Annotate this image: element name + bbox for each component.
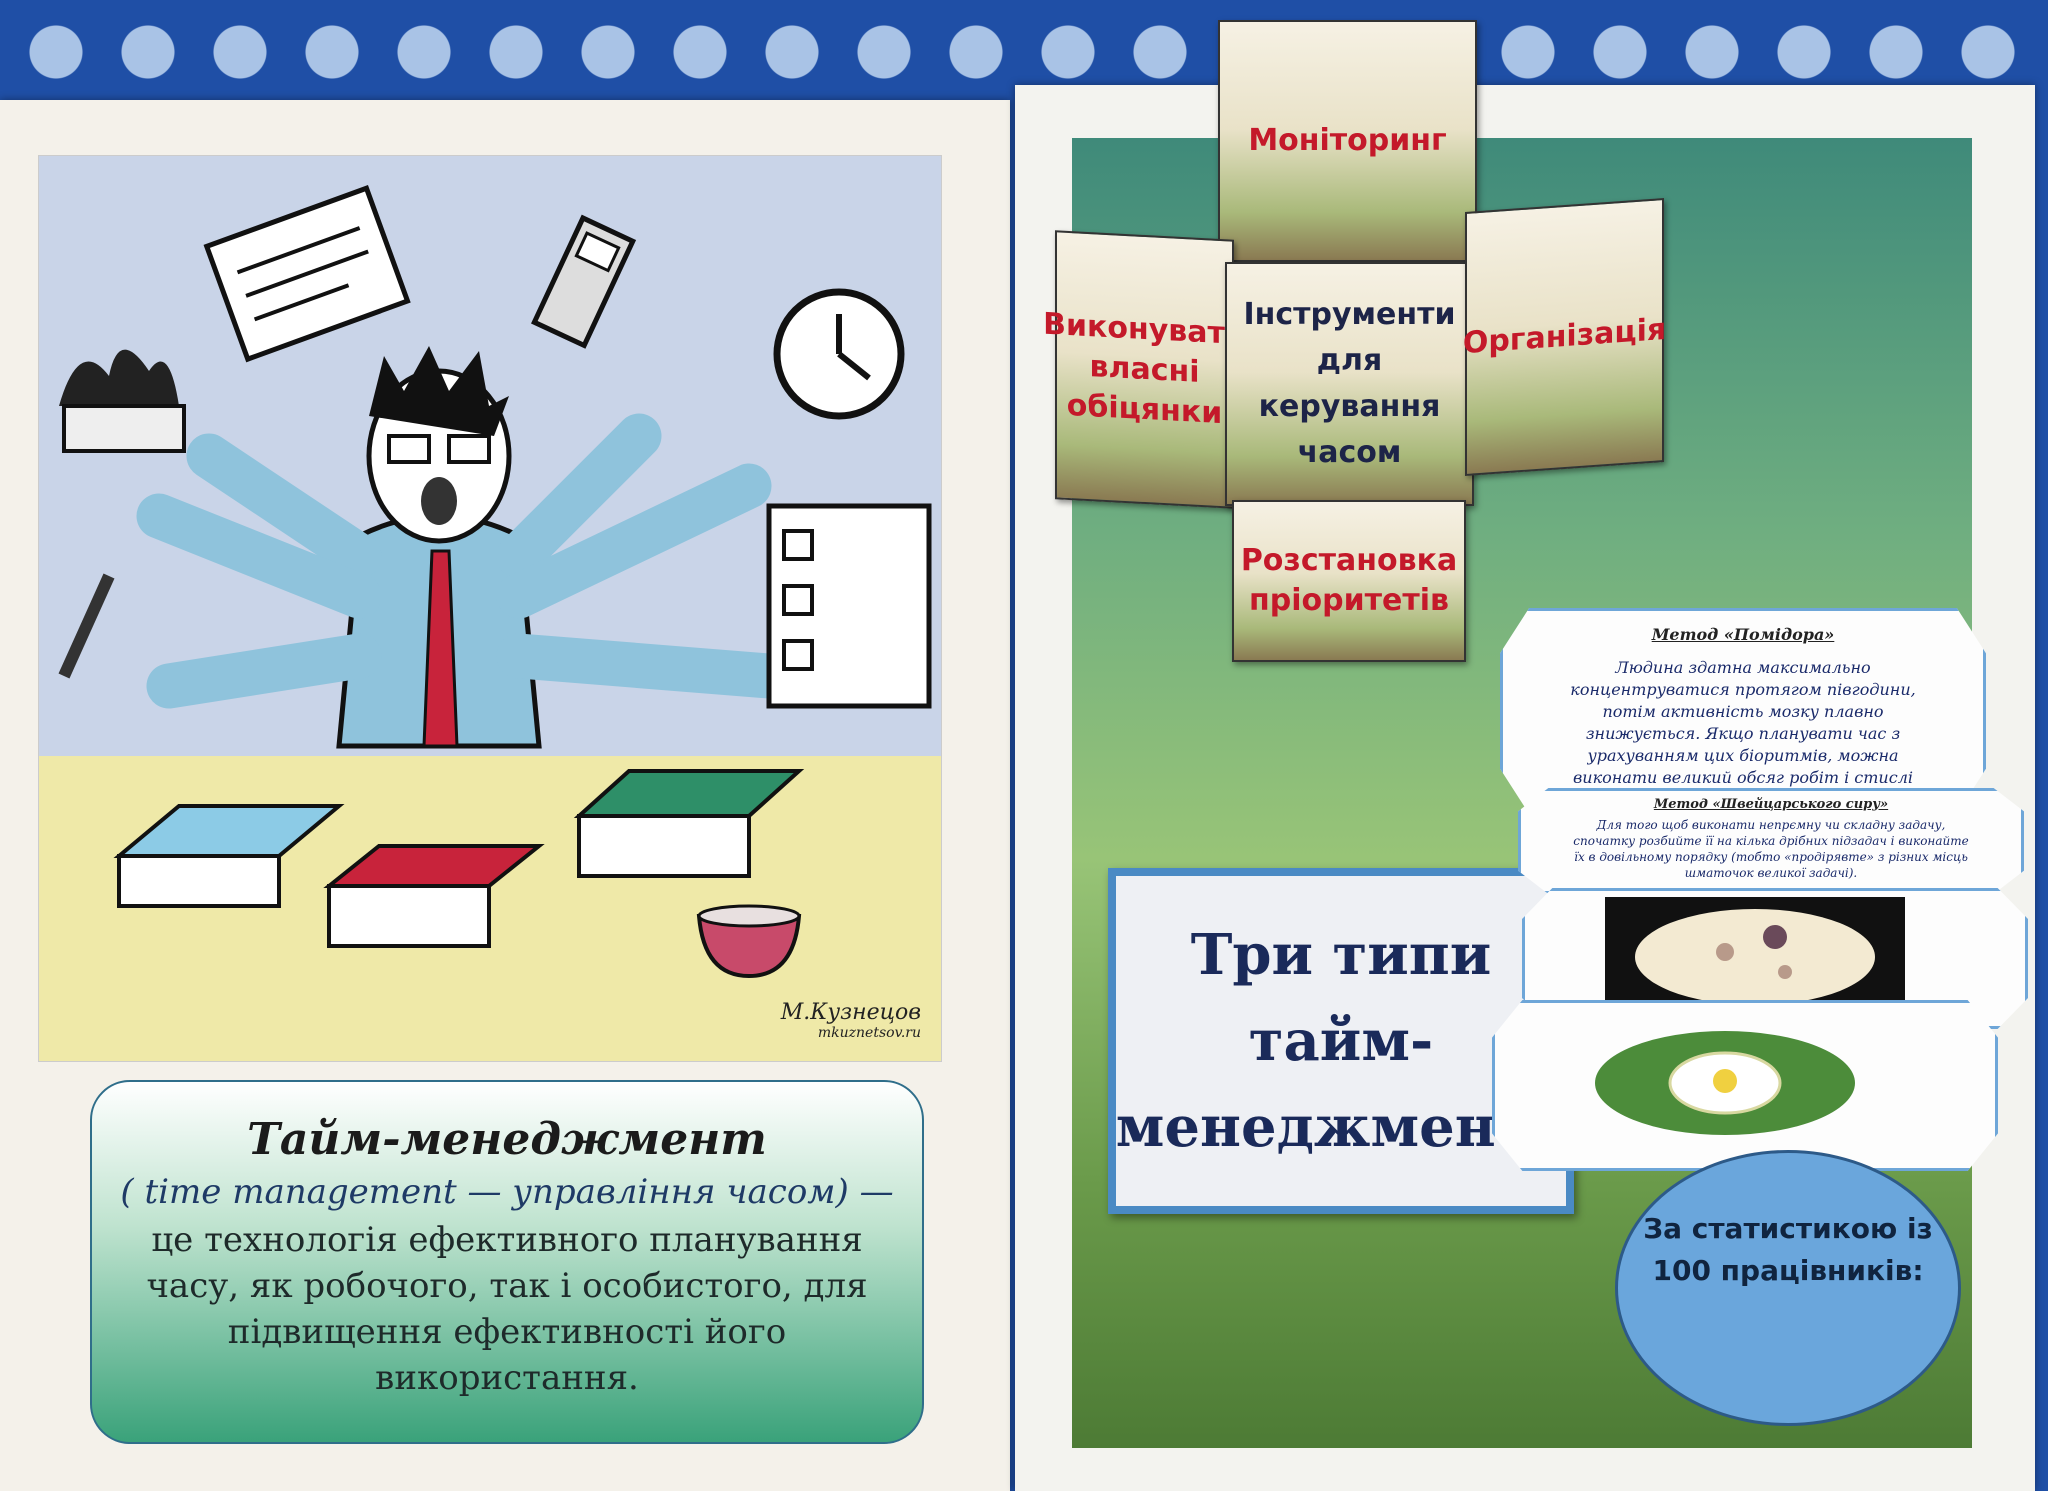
pomodoro-title: Метод «Помідора» [1651,625,1835,644]
swiss-cheese-title: Метод «Швейцарського сиру» [1653,797,1889,812]
water-lily-icon [1595,1031,1855,1135]
book-stack-blue [113,804,345,908]
frog-picture-card[interactable] [1492,1000,1998,1171]
busy-manager-illustration: М.Кузнецов mkuznetsov.ru [38,155,942,1062]
illustration-drawing [58,185,932,979]
definition-subtitle: ( time management — управління часом) — [120,1172,894,1212]
flap-bottom-label: Розстановка пріоритетів [1240,543,1458,618]
pencil-icon [58,573,115,679]
swiss-cheese-method-card[interactable]: Метод «Швейцарського сиру» Для того щоб … [1518,788,2024,894]
clock-icon [773,288,905,420]
flap-left-label: Виконувати власні обіцянки [1043,306,1246,431]
definition-body: це технологія ефективного планування час… [146,1220,868,1398]
left-page: М.Кузнецов mkuznetsov.ru Тайм-менеджмент… [0,100,1010,1491]
statistics-circle[interactable]: За статистикою із 100 працівників: [1615,1150,1961,1426]
flap-bottom[interactable]: Розстановка пріоритетів [1232,500,1466,662]
flap-center: Інструменти для керування часом [1225,262,1474,506]
book-stack-green [573,769,805,878]
artist-signature: М.Кузнецов [780,1000,921,1025]
book-stack-red [323,844,545,948]
flap-top-label: Моніторинг [1248,123,1447,158]
flap-left[interactable]: Виконувати власні обіцянки [1043,230,1246,509]
flying-document-icon [203,185,411,363]
flap-right-label: Організація [1462,311,1667,362]
cheese-photo-frame [1605,897,1905,1015]
flap-top[interactable]: Моніторинг [1218,20,1477,262]
artist-site: mkuznetsov.ru [817,1025,921,1041]
checklist-icon [766,503,932,709]
swiss-cheese-body: Для того щоб виконати непрємну чи складн… [1573,818,1969,880]
pomodoro-method-card[interactable]: Метод «Помідора» Людина здатна максималь… [1500,608,1986,814]
manager-figure [136,346,792,749]
definition-box: Тайм-менеджмент ( time management — упра… [90,1080,924,1444]
cheese-icon [1635,909,1875,1005]
burning-laptop-icon [59,349,186,453]
tea-cup-icon [696,904,802,979]
flap-right[interactable]: Організація [1462,198,1667,476]
pomodoro-body: Людина здатна максимально концентруватис… [1570,658,1916,809]
flap-center-label: Інструменти для керування часом [1243,297,1456,470]
mobile-phone-icon [531,214,637,349]
definition-title: Тайм-менеджмент [247,1114,767,1165]
statistics-text: За статистикою із 100 працівників: [1643,1212,1933,1287]
